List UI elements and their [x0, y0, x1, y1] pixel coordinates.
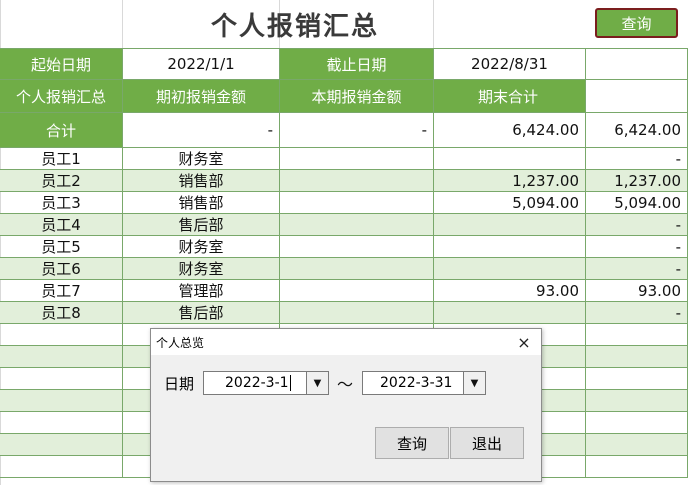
- table-cell[interactable]: 1,237.00: [434, 170, 586, 192]
- table-cell[interactable]: 员工6: [0, 258, 123, 280]
- empty-cell[interactable]: [0, 324, 123, 346]
- end-date-label: 截止日期: [280, 48, 434, 80]
- totals-extra[interactable]: 6,424.00: [586, 113, 688, 148]
- from-date-input[interactable]: 2022-3-1: [204, 372, 306, 394]
- table-cell[interactable]: -: [586, 214, 688, 236]
- table-cell[interactable]: [434, 258, 586, 280]
- table-cell[interactable]: [280, 170, 434, 192]
- table-cell[interactable]: [280, 214, 434, 236]
- from-date-value: 2022-3-1: [225, 375, 289, 391]
- table-cell[interactable]: [434, 302, 586, 324]
- table-cell[interactable]: -: [586, 258, 688, 280]
- to-date-combobox[interactable]: 2022-3-31 ▼: [362, 371, 486, 395]
- dialog-exit-button[interactable]: 退出: [450, 427, 524, 459]
- empty-cell[interactable]: [586, 456, 688, 478]
- table-cell[interactable]: 销售部: [123, 192, 280, 214]
- dialog-title: 个人总览: [156, 335, 205, 350]
- table-cell[interactable]: -: [586, 236, 688, 258]
- dialog-query-button[interactable]: 查询: [375, 427, 449, 459]
- empty-cell[interactable]: [586, 390, 688, 412]
- empty-cell[interactable]: [0, 456, 123, 478]
- totals-current[interactable]: -: [280, 113, 434, 148]
- sheet-title: 个人报销汇总: [210, 11, 379, 42]
- table-cell[interactable]: 1,237.00: [586, 170, 688, 192]
- dialog-titlebar: 个人总览 ×: [151, 329, 541, 355]
- table-cell[interactable]: 管理部: [123, 280, 280, 302]
- table-cell[interactable]: 93.00: [586, 280, 688, 302]
- start-date-value[interactable]: 2022/1/1: [123, 48, 280, 80]
- query-button[interactable]: 查询: [595, 8, 678, 38]
- table-cell[interactable]: 财务室: [123, 258, 280, 280]
- empty-cell[interactable]: [0, 390, 123, 412]
- table-cell[interactable]: [434, 214, 586, 236]
- empty-cell[interactable]: [586, 412, 688, 434]
- empty-cell[interactable]: [0, 434, 123, 456]
- empty-cell[interactable]: [586, 368, 688, 390]
- to-date-input[interactable]: 2022-3-31: [363, 372, 463, 394]
- table-cell[interactable]: -: [586, 148, 688, 170]
- empty-cell[interactable]: [586, 48, 688, 80]
- empty-cell[interactable]: [586, 434, 688, 456]
- table-cell[interactable]: 员工7: [0, 280, 123, 302]
- to-date-value: 2022-3-31: [380, 375, 453, 391]
- empty-cell[interactable]: [0, 412, 123, 434]
- table-cell[interactable]: [280, 192, 434, 214]
- chevron-down-icon[interactable]: ▼: [463, 372, 485, 394]
- close-icon[interactable]: ×: [513, 331, 535, 353]
- empty-cell[interactable]: [0, 346, 123, 368]
- table-cell[interactable]: -: [586, 302, 688, 324]
- table-cell[interactable]: 员工1: [0, 148, 123, 170]
- date-range-separator: ～: [337, 375, 354, 394]
- table-cell[interactable]: 93.00: [434, 280, 586, 302]
- empty-cell[interactable]: [0, 368, 123, 390]
- date-label: 日期: [164, 375, 195, 393]
- empty-cell[interactable]: [586, 324, 688, 346]
- table-cell[interactable]: [280, 302, 434, 324]
- chevron-down-icon[interactable]: ▼: [306, 372, 328, 394]
- table-cell[interactable]: [280, 148, 434, 170]
- start-date-label: 起始日期: [0, 48, 123, 80]
- table-cell[interactable]: 财务室: [123, 148, 280, 170]
- end-date-value[interactable]: 2022/8/31: [434, 48, 586, 80]
- text-cursor: [289, 375, 291, 391]
- table-cell[interactable]: 5,094.00: [586, 192, 688, 214]
- table-cell[interactable]: 销售部: [123, 170, 280, 192]
- table-cell[interactable]: 员工3: [0, 192, 123, 214]
- table-cell[interactable]: 售后部: [123, 214, 280, 236]
- header-closing: 期末合计: [434, 80, 586, 113]
- table-cell[interactable]: [280, 280, 434, 302]
- personal-overview-dialog: 个人总览 × 日期 2022-3-1 ▼ ～ 2022-3-31 ▼ 查询 退出: [150, 328, 542, 482]
- totals-closing[interactable]: 6,424.00: [434, 113, 586, 148]
- table-cell[interactable]: [434, 148, 586, 170]
- table-cell[interactable]: 员工2: [0, 170, 123, 192]
- table-cell[interactable]: 售后部: [123, 302, 280, 324]
- empty-cell[interactable]: [586, 346, 688, 368]
- from-date-combobox[interactable]: 2022-3-1 ▼: [203, 371, 329, 395]
- empty-cell[interactable]: [586, 80, 688, 113]
- totals-label: 合计: [0, 113, 123, 148]
- table-cell[interactable]: [280, 236, 434, 258]
- table-cell[interactable]: [434, 236, 586, 258]
- table-cell[interactable]: 员工8: [0, 302, 123, 324]
- table-cell[interactable]: 财务室: [123, 236, 280, 258]
- table-cell[interactable]: 员工5: [0, 236, 123, 258]
- table-cell[interactable]: 员工4: [0, 214, 123, 236]
- header-opening: 期初报销金额: [123, 80, 280, 113]
- totals-opening[interactable]: -: [123, 113, 280, 148]
- header-current: 本期报销金额: [280, 80, 434, 113]
- table-cell[interactable]: [280, 258, 434, 280]
- header-summary: 个人报销汇总: [0, 80, 123, 113]
- table-cell[interactable]: 5,094.00: [434, 192, 586, 214]
